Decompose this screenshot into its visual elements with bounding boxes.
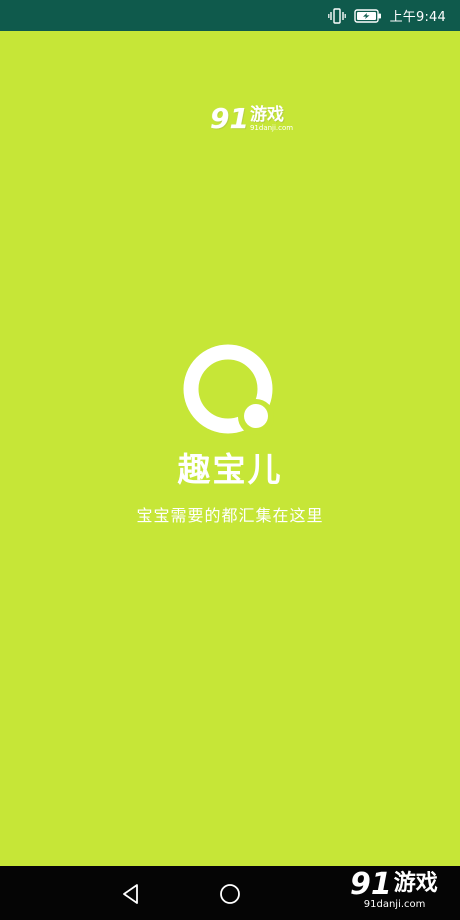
watermark-url: 91danji.com <box>249 124 294 132</box>
watermark-number: 91 <box>350 867 392 902</box>
app-logo-icon <box>183 344 274 435</box>
app-slogan: 宝宝需要的都汇集在这里 <box>136 506 324 525</box>
app-name: 趣宝儿 <box>177 450 283 489</box>
home-icon[interactable] <box>218 882 242 906</box>
back-icon[interactable] <box>119 882 143 906</box>
watermark-name: 游戏 <box>249 105 284 125</box>
watermark-name: 游戏 <box>393 871 438 896</box>
status-time: 上午9:44 <box>389 10 446 25</box>
status-bar: 上午9:44 <box>0 0 460 31</box>
vibrate-icon <box>327 7 346 24</box>
watermark-number: 91 <box>210 102 249 135</box>
watermark-logo-bottom: 91 游戏 91danji.com <box>350 868 454 918</box>
watermark-url: 91danji.com <box>363 899 426 910</box>
battery-charging-icon <box>353 8 381 23</box>
watermark-logo: 91 游戏 91danji.com <box>210 104 310 140</box>
splash-screen: 上午9:44 91 游戏 91danji.com 趣宝儿 宝宝需要的都汇集在这里… <box>0 0 460 920</box>
